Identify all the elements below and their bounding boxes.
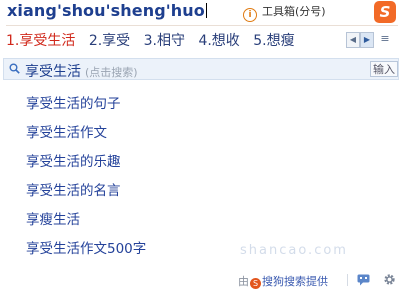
candidate-1[interactable]: 1.享受生活 bbox=[6, 30, 75, 50]
candidate-4[interactable]: 4.想收 bbox=[198, 30, 239, 50]
pinyin-input: xiang'shou'sheng'huo bbox=[7, 1, 205, 20]
chat-bubble-icon[interactable] bbox=[357, 274, 370, 286]
composition-text[interactable]: xiang'shou'sheng'huo bbox=[7, 1, 207, 20]
candidate-2[interactable]: 2.享受 bbox=[89, 30, 130, 50]
input-button[interactable]: 输入 bbox=[370, 61, 398, 77]
search-suggestion-bar[interactable]: 享受生活 (点击搜索) 输入 bbox=[3, 58, 399, 80]
composition-row: xiang'shou'sheng'huo i 工具箱(分号) S bbox=[0, 0, 402, 24]
provider-prefix: 由 bbox=[238, 275, 249, 288]
candidate-row: 1.享受生活 2.享受 3.相守 4.想收 5.想瘦 ◀ ▶ ≡ bbox=[0, 26, 402, 54]
text-caret bbox=[205, 3, 207, 18]
suggestion-item[interactable]: 享受生活的乐趣 bbox=[26, 150, 121, 170]
suggestion-item[interactable]: 享受生活的名言 bbox=[26, 179, 121, 199]
candidate-3[interactable]: 3.相守 bbox=[144, 30, 185, 50]
search-hint: (点击搜索) bbox=[85, 66, 138, 79]
menu-icon[interactable]: ≡ bbox=[378, 32, 392, 46]
divider bbox=[347, 274, 348, 286]
toolbox-button[interactable]: i 工具箱(分号) bbox=[243, 3, 326, 22]
suggestion-item[interactable]: 享瘦生活 bbox=[26, 208, 80, 228]
provider-brand: 搜狗搜索提供 bbox=[262, 275, 328, 288]
suggestion-item[interactable]: 享受生活的句子 bbox=[26, 92, 121, 112]
sogou-small-icon: S bbox=[250, 278, 261, 289]
search-query-text: 享受生活 bbox=[25, 64, 81, 80]
suggestion-item[interactable]: 享受生活作文 bbox=[26, 121, 107, 141]
footer: 由 S 搜狗搜索提供 bbox=[0, 270, 402, 290]
candidate-5[interactable]: 5.想瘦 bbox=[253, 30, 294, 50]
prev-page-button[interactable]: ◀ bbox=[346, 32, 360, 48]
ime-candidate-window: xiang'shou'sheng'huo i 工具箱(分号) S 1.享受生活 2… bbox=[0, 0, 402, 290]
search-query: 享受生活 (点击搜索) bbox=[25, 61, 138, 81]
toolbox-label: 工具箱(分号) bbox=[262, 5, 326, 18]
watermark: shancao.com bbox=[240, 243, 348, 258]
suggestion-item[interactable]: 享受生活作文500字 bbox=[26, 237, 146, 257]
candidate-pager: ◀ ▶ ≡ bbox=[346, 32, 392, 51]
provider-credit[interactable]: 由 S 搜狗搜索提供 bbox=[238, 273, 328, 289]
sogou-logo-icon[interactable]: S bbox=[374, 1, 396, 23]
info-icon: i bbox=[243, 8, 257, 22]
gear-icon[interactable] bbox=[383, 273, 396, 286]
candidate-list: 1.享受生活 2.享受 3.相守 4.想收 5.想瘦 bbox=[6, 30, 304, 50]
next-page-button[interactable]: ▶ bbox=[360, 32, 374, 48]
search-icon bbox=[9, 63, 20, 74]
